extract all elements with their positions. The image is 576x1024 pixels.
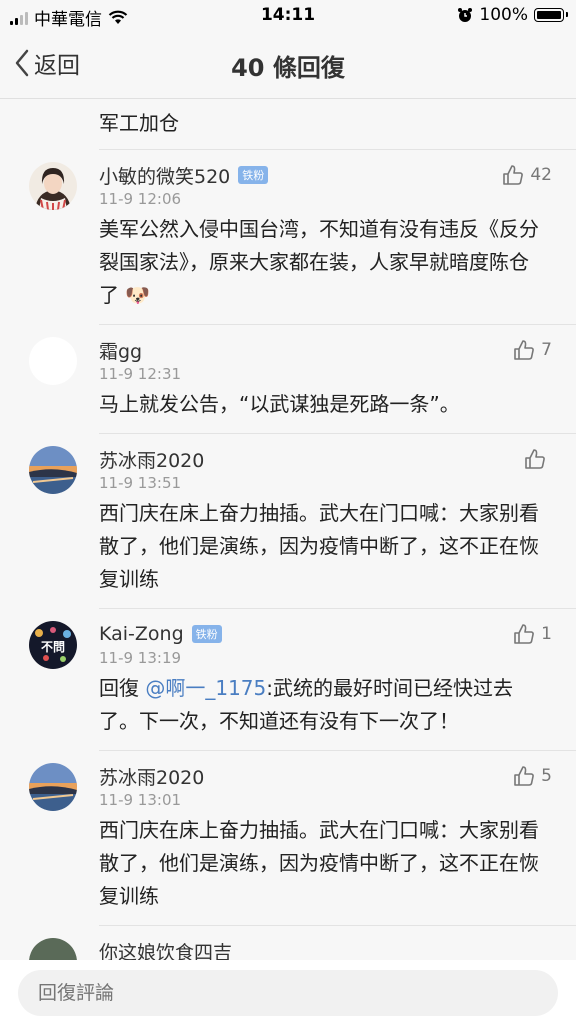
comment-time: 11-9 13:51: [99, 474, 182, 492]
reply-input[interactable]: [18, 970, 558, 1016]
battery-percent: 100%: [479, 5, 528, 25]
bottom-bar: [0, 960, 576, 1024]
comments-list[interactable]: 军工加仓 小敏的微笑520 铁粉 11-9 12:06 美军公然入侵中国台湾，不…: [0, 99, 576, 960]
reply-prefix: 回復: [99, 676, 139, 700]
like-count: 7: [541, 340, 552, 360]
username[interactable]: Kai-Zong: [99, 623, 184, 645]
truncated-comment-text: 军工加仓: [99, 111, 179, 135]
avatar-text: 不問: [41, 640, 65, 654]
comment-text: 马上就发公告，“以武谋独是死路一条”。: [99, 392, 460, 416]
comment-item[interactable]: 苏冰雨2020 11-9 13:51 西门庆在床上奋力抽插。武大在门口喊：大家别…: [29, 433, 576, 608]
dog-emoji-icon: 🐶: [125, 283, 151, 307]
alarm-icon: [458, 8, 473, 22]
username[interactable]: 你这娘饮食四吉: [99, 938, 232, 961]
thumbs-up-icon: [514, 766, 535, 786]
avatar[interactable]: [29, 162, 77, 210]
comment-item[interactable]: 苏冰雨2020 11-9 13:01 西门庆在床上奋力抽插。武大在门口喊：大家别…: [29, 750, 576, 925]
status-right: 100%: [457, 5, 568, 25]
avatar[interactable]: [29, 938, 77, 960]
thumbs-up-icon: [525, 449, 545, 469]
like-button[interactable]: 5: [513, 765, 552, 787]
like-count: 42: [530, 165, 552, 185]
thumbs-up-icon: [514, 340, 535, 360]
comment-time: 11-9 12:06: [99, 190, 182, 208]
nav-bar: 返回 40 條回復: [0, 32, 576, 99]
comment-text: 西门庆在床上奋力抽插。武大在门口喊：大家别看散了，他们是演练，因为疫情中断了，这…: [99, 818, 539, 908]
status-bar: 中華電信 14:11 100%: [0, 0, 576, 32]
avatar[interactable]: [29, 446, 77, 494]
avatar[interactable]: [29, 337, 77, 385]
username[interactable]: 小敏的微笑520: [99, 162, 230, 189]
comment-time: 11-9 12:31: [99, 365, 182, 383]
avatar[interactable]: 不問: [29, 621, 77, 669]
comment-item[interactable]: 不問 Kai-Zong 铁粉 11-9 13:19 回復 @啊一_1175:武统…: [29, 608, 576, 750]
comment-text-content: 美军公然入侵中国台湾，不知道有没有违反《反分裂国家法》，原来大家都在装，人家早就…: [99, 217, 539, 307]
like-button[interactable]: [524, 448, 552, 470]
like-count: 1: [541, 624, 552, 644]
page-title: 40 條回復: [231, 54, 345, 82]
comment-text: 美军公然入侵中国台湾，不知道有没有违反《反分裂国家法》，原来大家都在装，人家早就…: [99, 213, 562, 324]
comment-text: 西门庆在床上奋力抽插。武大在门口喊：大家别看散了，他们是演练，因为疫情中断了，这…: [99, 501, 539, 591]
comment-item[interactable]: 你这娘饮食四吉: [29, 925, 576, 961]
comment-item[interactable]: 霜gg 11-9 12:31 马上就发公告，“以武谋独是死路一条”。 7: [29, 324, 576, 433]
fan-badge: 铁粉: [238, 166, 269, 184]
fan-badge: 铁粉: [191, 625, 222, 643]
like-count: 5: [541, 766, 552, 786]
like-button[interactable]: 7: [513, 339, 552, 361]
username[interactable]: 苏冰雨2020: [99, 446, 204, 473]
comment-text: 回復 @啊一_1175:武统的最好时间已经快过去了。下一次，不知道还有没有下一次…: [99, 672, 562, 750]
comment-time: 11-9 13:01: [99, 791, 182, 809]
battery-icon: [534, 8, 568, 22]
username[interactable]: 苏冰雨2020: [99, 763, 204, 790]
thumbs-up-icon: [503, 165, 524, 185]
like-button[interactable]: 42: [502, 164, 552, 186]
comment-item[interactable]: 小敏的微笑520 铁粉 11-9 12:06 美军公然入侵中国台湾，不知道有没有…: [29, 149, 576, 324]
thumbs-up-icon: [514, 624, 535, 644]
avatar[interactable]: [29, 763, 77, 811]
username[interactable]: 霜gg: [99, 337, 142, 364]
comment-time: 11-9 13:19: [99, 649, 182, 667]
mention-link[interactable]: @啊一_1175: [145, 676, 266, 700]
like-button[interactable]: 1: [513, 623, 552, 645]
